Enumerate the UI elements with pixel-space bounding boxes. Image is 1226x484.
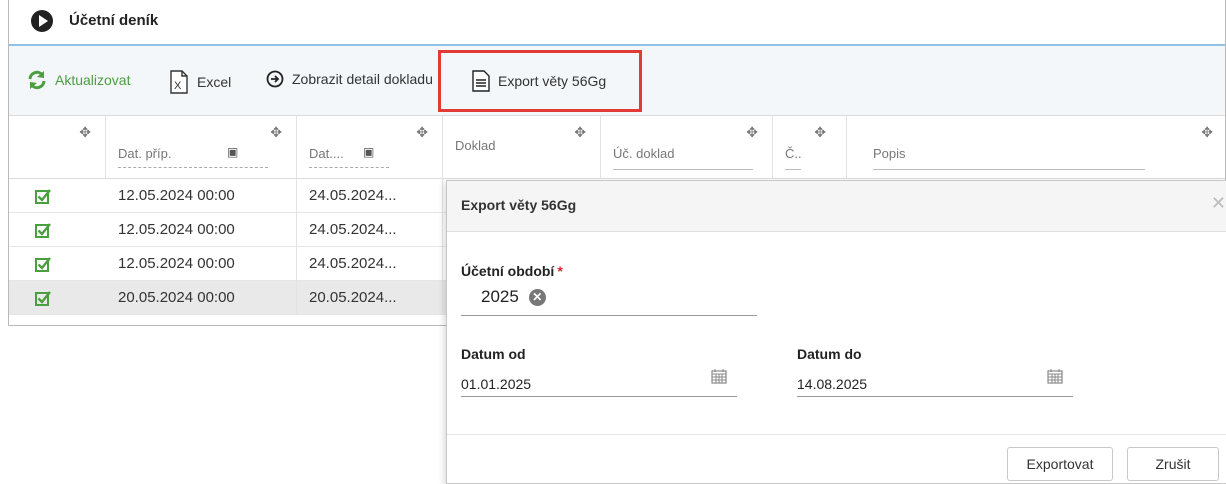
filter-underline — [118, 167, 268, 168]
move-icon[interactable]: ✥ — [814, 124, 826, 141]
filter-underline — [873, 169, 1145, 170]
date-from-input[interactable]: 01.01.2025 — [461, 366, 737, 397]
refresh-button[interactable]: Aktualizovat — [27, 70, 130, 90]
export-dialog: Export věty 56Gg ✕ Účetní období * 2025 ✕… — [446, 180, 1226, 484]
cell-dat: 24.05.2024... — [297, 247, 443, 281]
cell-dat-prip: 12.05.2024 00:00 — [106, 179, 297, 213]
calendar-icon[interactable] — [711, 368, 727, 387]
checkbox-checked-icon[interactable] — [35, 188, 51, 204]
column-header-uc-doklad[interactable]: ✥ Úč. doklad — [601, 116, 773, 178]
move-icon[interactable]: ✥ — [270, 124, 282, 141]
required-marker: * — [557, 263, 563, 279]
period-label: Účetní období * — [461, 263, 563, 279]
date-from-label: Datum od — [461, 346, 526, 362]
checkbox-checked-icon[interactable] — [35, 222, 51, 238]
date-to-label: Datum do — [797, 346, 862, 362]
cell-dat: 24.05.2024... — [297, 179, 443, 213]
filter-underline — [613, 169, 753, 170]
window-title: Účetní deník — [69, 12, 159, 29]
excel-label: Excel — [197, 74, 232, 90]
filter-underline — [309, 167, 389, 168]
checkbox-checked-icon[interactable] — [35, 256, 51, 272]
column-label: Č.. — [785, 146, 802, 161]
calendar-icon[interactable]: ▣ — [227, 145, 238, 159]
cell-dat-prip: 12.05.2024 00:00 — [106, 213, 297, 247]
move-icon[interactable]: ✥ — [574, 124, 586, 141]
dialog-title: Export věty 56Gg — [461, 197, 577, 213]
refresh-label: Aktualizovat — [55, 72, 131, 88]
period-label-text: Účetní období — [461, 263, 555, 279]
column-header-dat-prip[interactable]: ✥ Dat. příp. ▣ — [106, 116, 297, 178]
column-header-c[interactable]: ✥ Č.. — [773, 116, 847, 178]
excel-button[interactable]: X Excel — [169, 70, 231, 94]
period-value: 2025 — [481, 287, 519, 306]
move-icon[interactable]: ✥ — [416, 124, 428, 141]
close-icon[interactable]: ✕ — [1211, 193, 1226, 214]
dialog-header: Export věty 56Gg ✕ — [447, 181, 1226, 232]
detail-label: Zobrazit detail dokladu — [292, 71, 433, 87]
window-titlebar: Účetní deník — [9, 0, 1225, 46]
checkbox-checked-icon[interactable] — [35, 290, 51, 306]
filter-underline — [785, 169, 801, 170]
export-button[interactable]: Exportovat — [1007, 447, 1113, 481]
calendar-icon[interactable]: ▣ — [363, 145, 374, 159]
arrow-circle-icon — [266, 70, 284, 88]
cell-dat-prip: 12.05.2024 00:00 — [106, 247, 297, 281]
column-label: Dat.... — [309, 146, 344, 161]
period-select[interactable]: 2025 ✕ — [461, 281, 757, 316]
period-chip: 2025 ✕ — [481, 287, 546, 307]
column-header-popis[interactable]: ✥ Popis — [847, 116, 1226, 178]
calendar-icon[interactable] — [1047, 368, 1063, 387]
column-header-doklad[interactable]: ✥ Doklad — [443, 116, 601, 178]
column-header-select[interactable]: ✥ — [9, 116, 106, 178]
move-icon[interactable]: ✥ — [746, 124, 758, 141]
highlight-box — [438, 50, 642, 112]
date-to-input[interactable]: 14.08.2025 — [797, 366, 1073, 397]
refresh-icon — [27, 70, 47, 90]
cell-dat-prip: 20.05.2024 00:00 — [106, 281, 297, 315]
move-icon[interactable]: ✥ — [79, 124, 91, 141]
date-from-value: 01.01.2025 — [461, 376, 532, 392]
clear-chip-icon[interactable]: ✕ — [528, 288, 546, 306]
column-label: Dat. příp. — [118, 146, 172, 161]
column-label: Doklad — [455, 138, 496, 153]
excel-icon: X — [169, 70, 189, 94]
cancel-button[interactable]: Zrušit — [1127, 447, 1219, 481]
show-document-detail-button[interactable]: Zobrazit detail dokladu — [266, 70, 433, 88]
app-logo-icon — [31, 10, 53, 32]
column-label: Úč. doklad — [613, 146, 675, 161]
cell-dat: 24.05.2024... — [297, 213, 443, 247]
column-header-dat[interactable]: ✥ Dat.... ▣ — [297, 116, 443, 178]
grid-header: ✥ ✥ Dat. příp. ▣ ✥ Dat.... ▣ ✥ Doklad ✥ … — [9, 116, 1225, 179]
svg-text:X: X — [174, 80, 182, 92]
cell-dat: 20.05.2024... — [297, 281, 443, 315]
column-label: Popis — [873, 146, 906, 161]
move-icon[interactable]: ✥ — [1201, 124, 1213, 141]
date-to-value: 14.08.2025 — [797, 376, 868, 392]
dialog-footer-divider — [447, 434, 1226, 435]
